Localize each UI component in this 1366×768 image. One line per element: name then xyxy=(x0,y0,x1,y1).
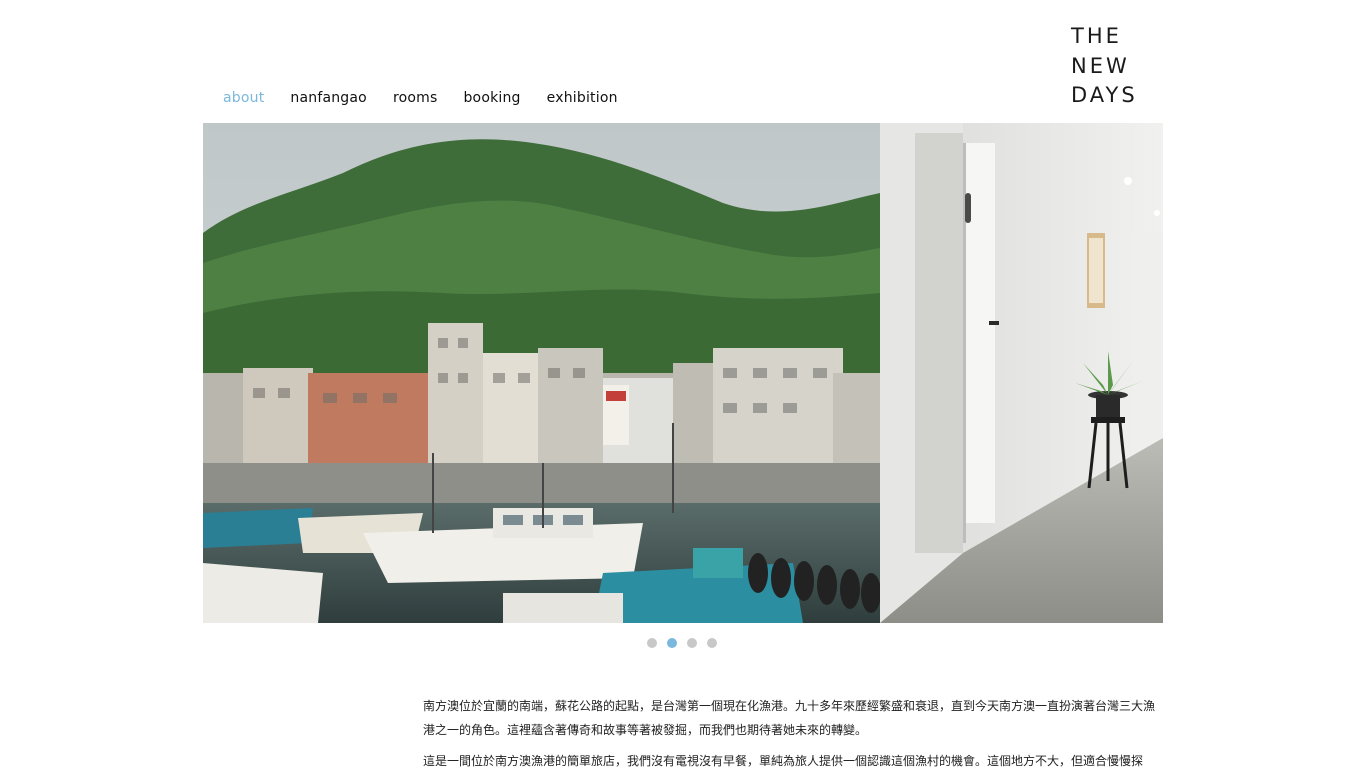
paragraph: 這是一間位於南方澳漁港的簡單旅店，我們沒有電視沒有早餐，單純為旅人提供一個認識這… xyxy=(423,754,1144,768)
harbor-photo xyxy=(203,123,881,623)
carousel-dots xyxy=(647,638,717,648)
nav-item-about[interactable]: about xyxy=(223,88,264,108)
carousel-dot-1[interactable] xyxy=(647,638,657,648)
nav-item-rooms[interactable]: rooms xyxy=(393,88,438,108)
carousel-dot-2[interactable] xyxy=(667,638,677,648)
hallway-photo xyxy=(880,123,1163,623)
hero-carousel[interactable] xyxy=(203,123,1163,623)
logo-line: THE xyxy=(1071,24,1122,48)
page: THE NEW DAYS about nanfangao rooms booki… xyxy=(0,0,1366,768)
nav-item-exhibition[interactable]: exhibition xyxy=(547,88,618,108)
carousel-dot-3[interactable] xyxy=(687,638,697,648)
brand-logo[interactable]: THE NEW DAYS xyxy=(1071,22,1151,111)
nav-item-nanfangao[interactable]: nanfangao xyxy=(290,88,367,108)
logo-line: NEW xyxy=(1071,53,1130,78)
about-text: 南方澳位於宜蘭的南端，蘇花公路的起點，是台灣第一個現在化漁港。九十多年來歷經繁盛… xyxy=(423,694,1163,768)
nav-item-booking[interactable]: booking xyxy=(463,88,520,108)
main-nav: about nanfangao rooms booking exhibition xyxy=(223,88,644,108)
hero-image xyxy=(203,123,1163,623)
carousel-dot-4[interactable] xyxy=(707,638,717,648)
logo-line: DAYS xyxy=(1071,83,1138,107)
paragraph: 南方澳位於宜蘭的南端，蘇花公路的起點，是台灣第一個現在化漁港。九十多年來歷經繁盛… xyxy=(423,699,1156,737)
